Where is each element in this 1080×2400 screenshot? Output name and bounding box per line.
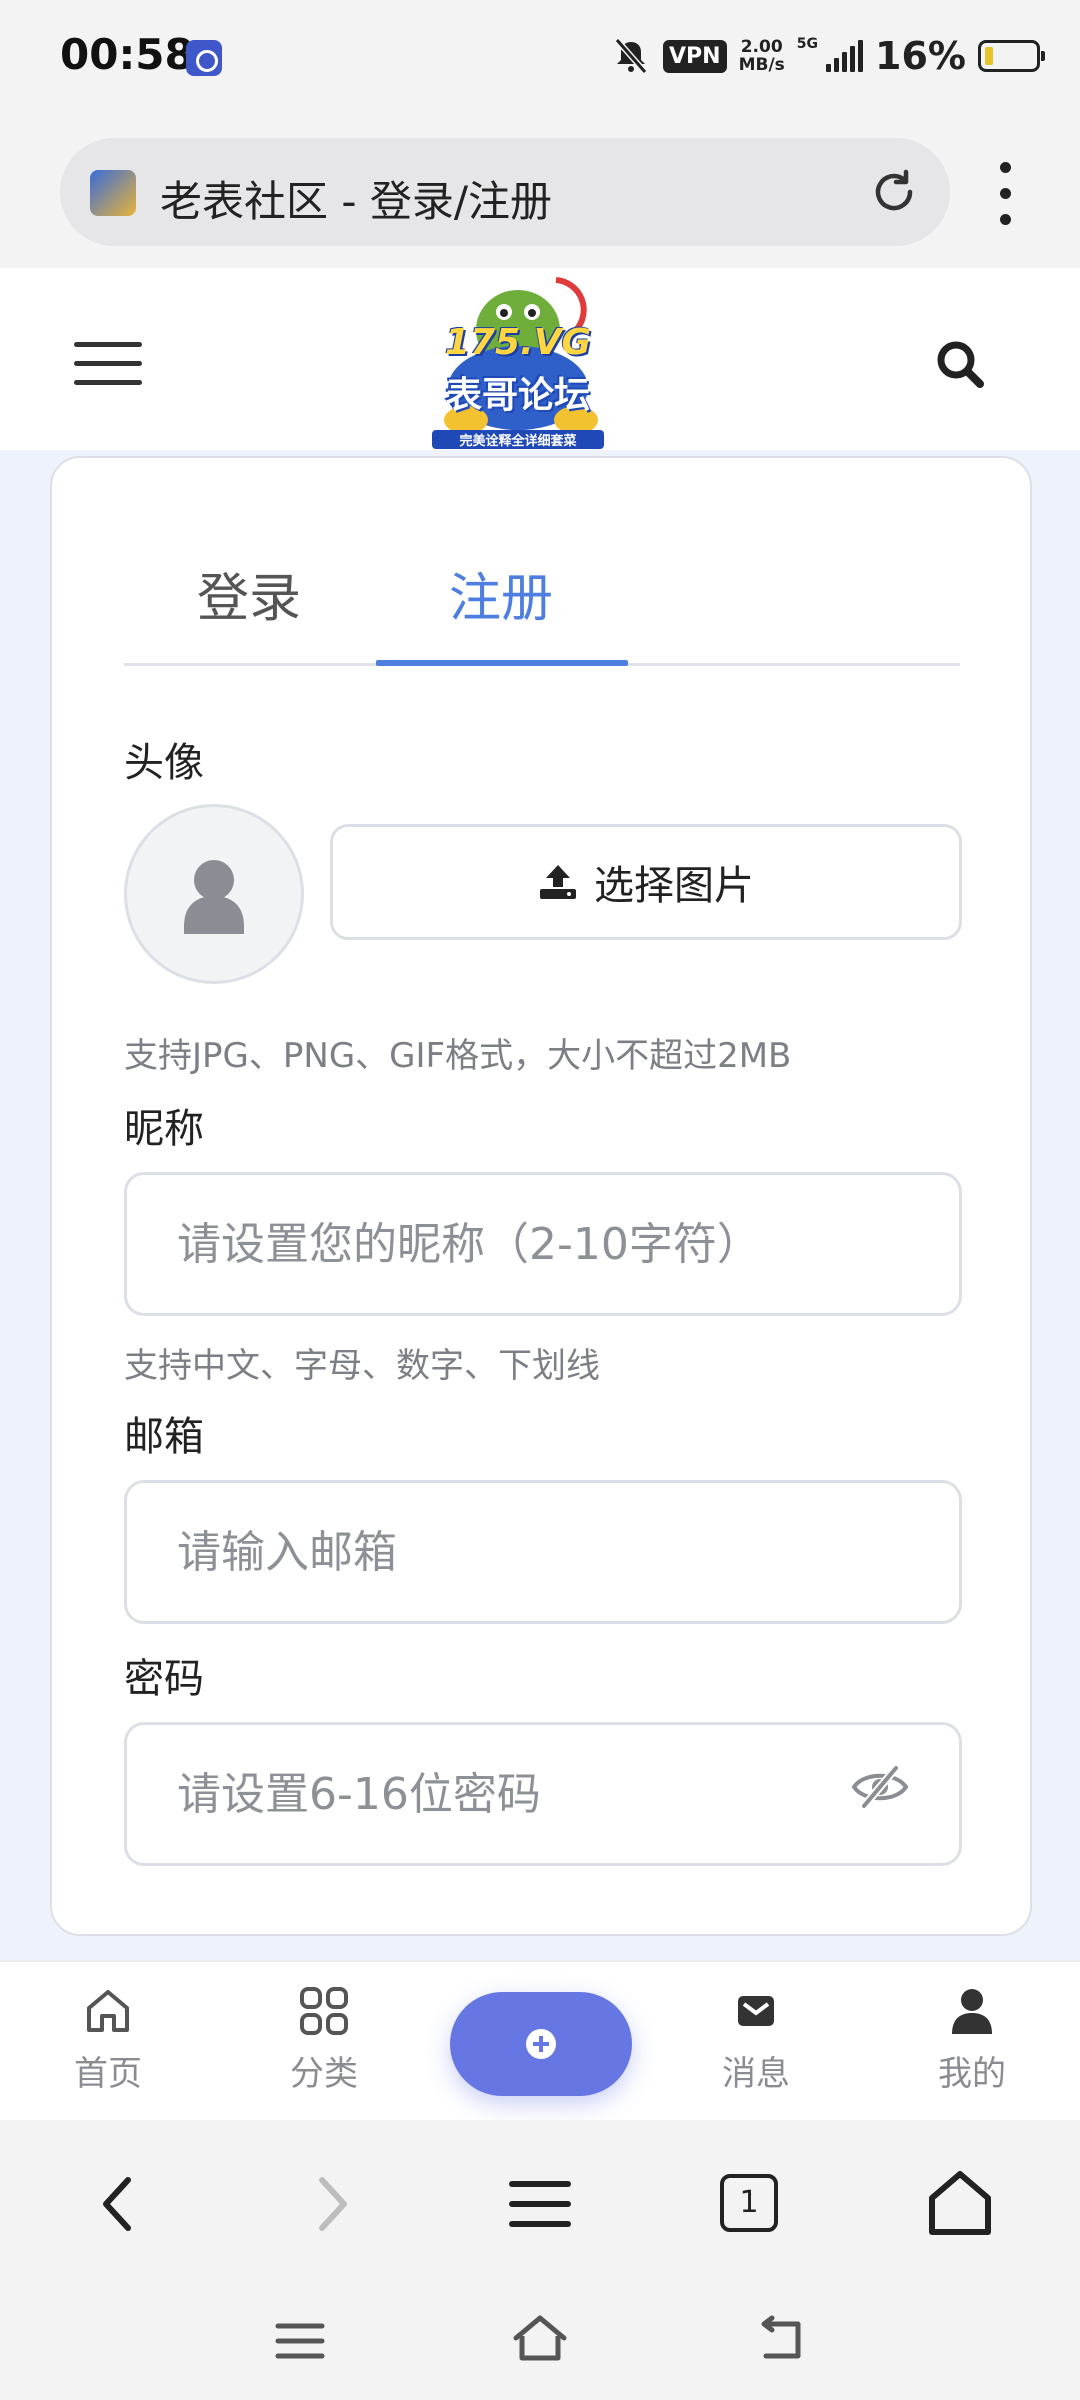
search-icon[interactable] bbox=[934, 338, 986, 390]
network-speed: 2.00 MB/s bbox=[739, 38, 785, 74]
system-back-icon[interactable] bbox=[752, 2314, 808, 2366]
logo-tagline: 完美诠释全详细套菜 bbox=[432, 430, 604, 449]
net-speed-unit: MB/s bbox=[738, 55, 785, 75]
email-input[interactable] bbox=[124, 1480, 962, 1624]
home-icon bbox=[87, 1990, 129, 2032]
logo-number: 175.VG bbox=[444, 322, 592, 363]
notification-app-icon bbox=[186, 40, 222, 76]
create-post-button[interactable] bbox=[450, 1992, 632, 2096]
nav-item-label: 我的 bbox=[938, 2054, 1006, 2094]
site-favicon-icon bbox=[90, 170, 136, 216]
bottom-app-nav: 首页 分类 消息 我的 bbox=[0, 1960, 1080, 2120]
nav-item-label: 消息 bbox=[722, 2054, 790, 2094]
nav-item-home[interactable]: 首页 bbox=[38, 1986, 178, 2095]
browser-home-icon[interactable] bbox=[920, 2164, 1000, 2244]
nav-item-messages[interactable]: 消息 bbox=[686, 1986, 826, 2095]
tab-register[interactable]: 注册 bbox=[376, 556, 626, 666]
reload-icon[interactable] bbox=[868, 166, 920, 218]
browser-address-row: 老表社区 - 登录/注册 bbox=[0, 118, 1080, 268]
plus-icon bbox=[526, 2029, 556, 2059]
site-header: 175.VG 表哥论坛 完美诠释全详细套菜 bbox=[0, 268, 1080, 450]
choose-image-label: 选择图片 bbox=[594, 863, 754, 909]
hamburger-menu-icon[interactable] bbox=[74, 342, 142, 388]
network-type: 5G bbox=[796, 36, 819, 52]
email-label: 邮箱 bbox=[124, 1414, 204, 1460]
forward-arrow-icon[interactable] bbox=[290, 2164, 370, 2244]
envelope-icon bbox=[738, 1996, 774, 2026]
bell-off-icon bbox=[614, 38, 648, 74]
nav-item-profile[interactable]: 我的 bbox=[902, 1986, 1042, 2095]
upload-icon bbox=[540, 865, 576, 899]
tab-login[interactable]: 登录 bbox=[124, 556, 374, 666]
status-indicators: VPN 2.00 MB/s 5G 16% bbox=[611, 28, 1045, 84]
battery-percent: 16% bbox=[875, 34, 966, 78]
auth-tabs: 登录 注册 bbox=[124, 458, 960, 666]
user-placeholder-icon bbox=[184, 860, 244, 934]
nav-item-category[interactable]: 分类 bbox=[254, 1986, 394, 2095]
tabs-count-button[interactable]: 1 bbox=[720, 2174, 778, 2232]
system-nav-bar bbox=[0, 2280, 1080, 2400]
nickname-input[interactable] bbox=[124, 1172, 962, 1316]
nav-item-label: 首页 bbox=[74, 2054, 142, 2094]
password-label: 密码 bbox=[124, 1656, 204, 1702]
system-home-icon[interactable] bbox=[510, 2312, 570, 2368]
password-input[interactable] bbox=[124, 1722, 962, 1866]
net-speed-value: 2.00 bbox=[740, 37, 783, 57]
active-tab-indicator bbox=[376, 660, 628, 666]
logo-name: 表哥论坛 bbox=[445, 375, 590, 416]
eye-slash-icon[interactable] bbox=[850, 1762, 910, 1812]
nav-item-label: 分类 bbox=[290, 2054, 358, 2094]
address-bar[interactable]: 老表社区 - 登录/注册 bbox=[60, 138, 950, 246]
browser-menu-icon[interactable] bbox=[990, 162, 1020, 252]
recent-apps-icon[interactable] bbox=[272, 2316, 328, 2366]
signal-icon bbox=[826, 40, 864, 72]
back-arrow-icon[interactable] bbox=[80, 2164, 160, 2244]
status-bar: 00:58 VPN 2.00 MB/s 5G 16% bbox=[0, 0, 1080, 118]
browser-toolbar: 1 bbox=[0, 2120, 1080, 2280]
web-page: 175.VG 表哥论坛 完美诠释全详细套菜 登录 注册 头像 选择图片 支持JP… bbox=[0, 268, 1080, 1960]
nickname-label: 昵称 bbox=[124, 1106, 204, 1152]
status-time: 00:58 bbox=[60, 30, 194, 79]
nickname-hint: 支持中文、字母、数字、下划线 bbox=[124, 1346, 600, 1386]
menu-lines-icon[interactable] bbox=[500, 2164, 580, 2244]
auth-card: 登录 注册 头像 选择图片 支持JPG、PNG、GIF格式，大小不超过2MB 昵… bbox=[50, 456, 1032, 1936]
avatar-label: 头像 bbox=[124, 740, 204, 786]
vpn-badge: VPN bbox=[663, 39, 727, 73]
avatar-preview[interactable] bbox=[124, 804, 304, 984]
user-icon bbox=[952, 1989, 992, 2034]
site-logo[interactable]: 175.VG 表哥论坛 完美诠释全详细套菜 bbox=[426, 270, 610, 449]
choose-image-button[interactable]: 选择图片 bbox=[330, 824, 962, 940]
grid-icon bbox=[300, 1987, 348, 2035]
avatar-hint: 支持JPG、PNG、GIF格式，大小不超过2MB bbox=[124, 1036, 792, 1076]
page-title: 老表社区 - 登录/注册 bbox=[160, 177, 553, 226]
battery-icon bbox=[978, 40, 1045, 72]
